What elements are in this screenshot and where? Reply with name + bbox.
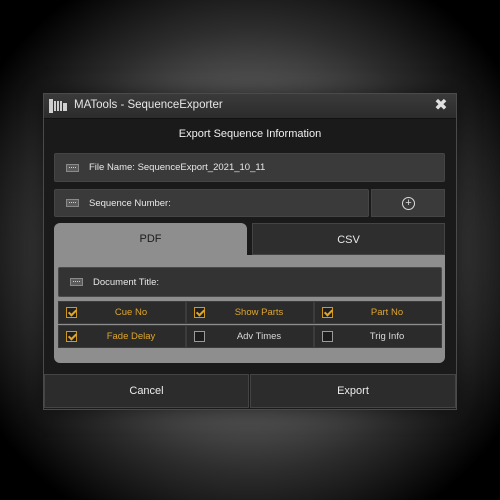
option-part-no[interactable]: Part No (314, 301, 442, 324)
option-label: Part No (370, 307, 404, 318)
close-icon[interactable]: ✖ (432, 96, 450, 116)
sequence-number-field[interactable]: Sequence Number: (54, 189, 369, 217)
window-title: MATools - SequenceExporter (74, 99, 223, 111)
option-cue-no[interactable]: Cue No (58, 301, 186, 324)
document-title-label: Document Title: (93, 277, 159, 288)
checkbox-checked-icon[interactable] (322, 307, 333, 318)
checkbox-checked-icon[interactable] (66, 331, 77, 342)
options-grid: Cue No Show Parts Part No Fade Delay Adv… (58, 301, 442, 351)
app-icon (49, 99, 67, 113)
keyboard-icon (70, 278, 83, 286)
checkbox-checked-icon[interactable] (66, 307, 77, 318)
option-label: Trig Info (369, 331, 405, 342)
keyboard-icon (66, 164, 79, 172)
keyboard-icon (66, 199, 79, 207)
checkbox-unchecked-icon[interactable] (322, 331, 333, 342)
option-show-parts[interactable]: Show Parts (186, 301, 314, 324)
option-label: Show Parts (234, 307, 284, 318)
checkbox-checked-icon[interactable] (194, 307, 205, 318)
add-sequence-button[interactable]: + (371, 189, 445, 217)
checkbox-unchecked-icon[interactable] (194, 331, 205, 342)
add-circle-icon: + (402, 197, 415, 210)
document-title-field[interactable]: Document Title: (58, 267, 442, 297)
option-fade-delay[interactable]: Fade Delay (58, 325, 186, 348)
tab-csv[interactable]: CSV (252, 223, 445, 255)
option-trig-info[interactable]: Trig Info (314, 325, 442, 348)
cancel-button[interactable]: Cancel (44, 374, 249, 408)
export-button[interactable]: Export (250, 374, 456, 408)
option-adv-times[interactable]: Adv Times (186, 325, 314, 348)
section-title: Export Sequence Information (178, 128, 322, 140)
sequence-exporter-dialog: MATools - SequenceExporter ✖ Export Sequ… (43, 93, 457, 410)
file-name-label: File Name: SequenceExport_2021_10_11 (89, 162, 266, 173)
title-bar: MATools - SequenceExporter ✖ (44, 94, 456, 119)
option-label: Cue No (114, 307, 148, 318)
option-label: Fade Delay (106, 331, 156, 342)
tab-pdf[interactable]: PDF (54, 223, 247, 255)
file-name-field[interactable]: File Name: SequenceExport_2021_10_11 (54, 153, 445, 182)
sequence-number-label: Sequence Number: (89, 198, 171, 209)
option-label: Adv Times (236, 331, 282, 342)
